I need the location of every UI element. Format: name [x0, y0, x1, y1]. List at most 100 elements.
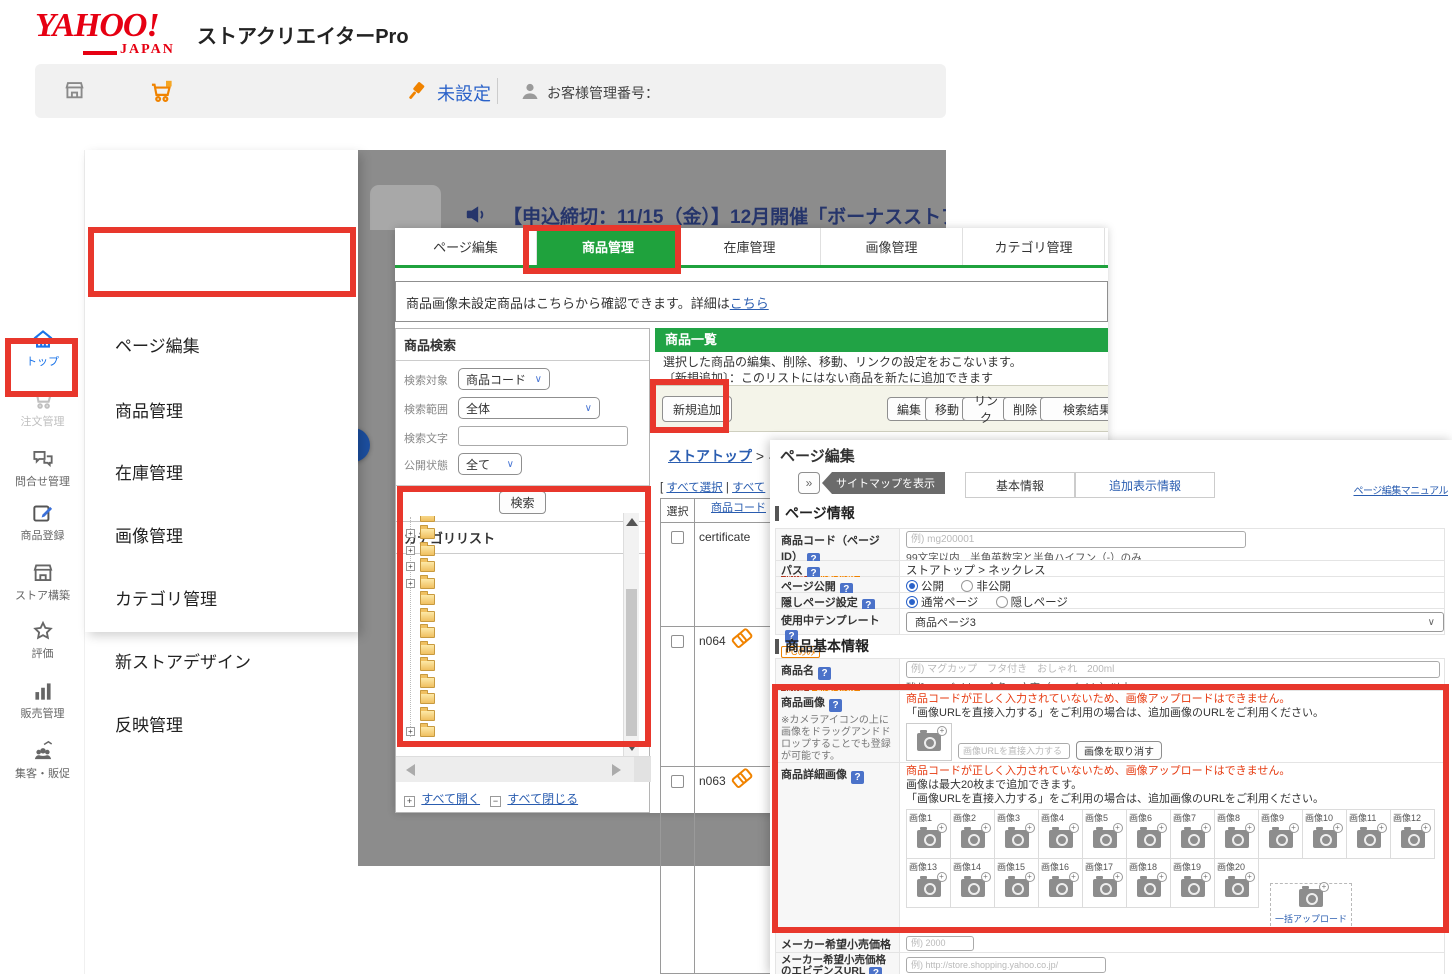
help-icon[interactable]: ? [851, 771, 864, 784]
tab-basic-info[interactable]: 基本情報 [965, 472, 1075, 498]
scroll-up-arrow[interactable] [626, 518, 638, 526]
image-slot[interactable]: 画像12+ [1390, 809, 1435, 859]
row-checkbox[interactable] [671, 635, 684, 648]
image-slot[interactable]: 画像13+ [906, 858, 951, 908]
scrollbar-thumb[interactable] [626, 589, 637, 736]
category-tree-row[interactable] [406, 592, 623, 608]
notice-link[interactable]: こちら [730, 296, 769, 311]
image-slot[interactable]: 画像6+ [1126, 809, 1171, 859]
help-icon[interactable]: ? [818, 667, 831, 680]
category-tree-row[interactable]: + [406, 559, 623, 575]
sidebar-item-orders[interactable]: 注文管理 [0, 386, 85, 429]
show-sitemap-button[interactable]: サイトマップを表示 [822, 472, 945, 494]
menu-item-category-management[interactable]: カテゴリ管理 [115, 588, 217, 612]
search-target-select[interactable]: 商品コード∨ [458, 368, 550, 390]
search-scope-select[interactable]: 全体∨ [458, 397, 600, 419]
evidence-url-input[interactable] [906, 957, 1106, 973]
radio-public[interactable]: 公開 [906, 581, 944, 592]
announcement-banner[interactable]: 【申込締切：11/15（金）】12月開催「ボーナスストアPlus」 [503, 202, 946, 229]
category-tree-row[interactable] [406, 625, 623, 641]
select-all-link[interactable]: すべて選択 [666, 482, 722, 494]
image-slot[interactable]: 画像5+ [1082, 809, 1127, 859]
menu-item-stock-management[interactable]: 在庫管理 [115, 462, 183, 486]
button-search-result[interactable]: 検索結果を商品 [1040, 397, 1108, 421]
vertical-scrollbar[interactable] [623, 513, 639, 756]
menu-item-page-edit[interactable]: ページ編集 [115, 335, 200, 359]
category-tree-row[interactable]: + [406, 526, 623, 542]
sidebar-item-marketing[interactable]: 集客・販促 [0, 738, 85, 781]
tree-expander-icon[interactable]: + [406, 546, 415, 555]
image-slot[interactable]: 画像15+ [994, 858, 1039, 908]
yahoo-japan-logo[interactable]: YAHOO! JAPAN [35, 8, 187, 58]
product-code-input[interactable] [906, 531, 1246, 548]
publish-state-select[interactable]: 全て∨ [458, 453, 522, 475]
image-slot[interactable]: 画像3+ [994, 809, 1039, 859]
sidebar-item-inquiries[interactable]: 問合せ管理 [0, 446, 85, 489]
product-name-input[interactable] [906, 661, 1440, 678]
image-url-input[interactable] [958, 743, 1070, 759]
search-button[interactable]: 検索 [499, 491, 545, 514]
image-slot[interactable]: 画像18+ [1126, 858, 1171, 908]
deselect-all-link[interactable]: すべて [732, 482, 765, 494]
image-slot[interactable]: 画像9+ [1258, 809, 1303, 859]
menu-item-image-management[interactable]: 画像管理 [115, 525, 183, 549]
tab-page-edit[interactable]: ページ編集 [395, 228, 537, 265]
page-edit-manual-link[interactable]: ページ編集マニュアル [1354, 482, 1449, 497]
radio-private[interactable]: 非公開 [961, 581, 1011, 592]
radio-normal-page[interactable]: 通常ページ [906, 597, 978, 608]
expand-all-link[interactable]: すべて開く [421, 792, 480, 806]
tab-additional-info[interactable]: 追加表示情報 [1075, 472, 1215, 498]
main-image-dropzone[interactable]: + [906, 723, 952, 761]
image-slot[interactable]: 画像8+ [1214, 809, 1259, 859]
collapse-all-link[interactable]: すべて閉じる [507, 792, 578, 806]
store-icon[interactable] [62, 78, 87, 103]
search-text-input[interactable] [458, 426, 628, 446]
category-tree-row[interactable]: + [406, 724, 623, 740]
sidebar-item-reviews[interactable]: 評価 [0, 618, 85, 661]
tree-expander-icon[interactable]: + [406, 579, 415, 588]
menu-item-publish-management[interactable]: 反映管理 [115, 714, 183, 738]
image-slot[interactable]: 画像7+ [1170, 809, 1215, 859]
image-slot[interactable]: 画像14+ [950, 858, 995, 908]
auction-gavel-icon[interactable] [403, 78, 429, 104]
msrp-input[interactable] [906, 936, 974, 951]
radio-hidden-page[interactable]: 隠しページ [996, 597, 1068, 608]
help-icon[interactable]: ? [869, 967, 882, 974]
horizontal-scrollbar[interactable] [396, 756, 651, 782]
category-tree-row[interactable] [406, 658, 623, 674]
menu-item-product-management[interactable]: 商品管理 [115, 400, 183, 424]
image-slot[interactable]: 画像4+ [1038, 809, 1083, 859]
tree-expander-icon[interactable]: + [406, 727, 415, 736]
sidebar-item-store-builder[interactable]: ストア構築 [0, 560, 85, 603]
code-sort-link[interactable]: 商品コード [711, 502, 766, 514]
collapse-button[interactable]: » [798, 472, 820, 494]
sidebar-item-sales-management[interactable]: 販売管理 [0, 678, 85, 721]
image-slot[interactable]: 画像2+ [950, 809, 995, 859]
tree-expander-icon[interactable]: + [406, 562, 415, 571]
category-tree-row[interactable] [406, 674, 623, 690]
image-slot[interactable]: 画像20+ [1214, 858, 1259, 908]
tree-expander-icon[interactable]: + [406, 529, 415, 538]
scroll-down-arrow[interactable] [626, 743, 638, 751]
image-slot[interactable]: 画像10+ [1302, 809, 1347, 859]
sidebar-item-top[interactable]: トップ [0, 326, 85, 369]
sidebar-item-product-registration[interactable]: 商品登録 [0, 500, 85, 543]
category-tree-row[interactable] [406, 641, 623, 657]
menu-item-new-store-design[interactable]: 新ストアデザイン [115, 651, 251, 675]
tab-product-management[interactable]: 商品管理 [537, 228, 679, 265]
category-tree-row[interactable] [406, 516, 623, 525]
row-checkbox[interactable] [671, 531, 684, 544]
tab-category-management[interactable]: カテゴリ管理 [963, 228, 1105, 265]
add-new-button[interactable]: 新規追加 [662, 396, 732, 422]
scroll-right-arrow[interactable] [612, 764, 621, 776]
row-checkbox[interactable] [671, 775, 684, 788]
breadcrumb-store-top-link[interactable]: ストアトップ [668, 448, 752, 464]
tab-stock-management[interactable]: 在庫管理 [679, 228, 821, 265]
category-tree-row[interactable]: + [406, 542, 623, 558]
category-tree-row[interactable]: + [406, 575, 623, 591]
help-icon[interactable]: ? [829, 699, 842, 712]
scroll-left-arrow[interactable] [406, 764, 415, 776]
category-tree-row[interactable] [406, 707, 623, 723]
template-select[interactable]: 商品ページ3∨ [906, 612, 1444, 632]
cart-icon[interactable] [148, 78, 175, 105]
